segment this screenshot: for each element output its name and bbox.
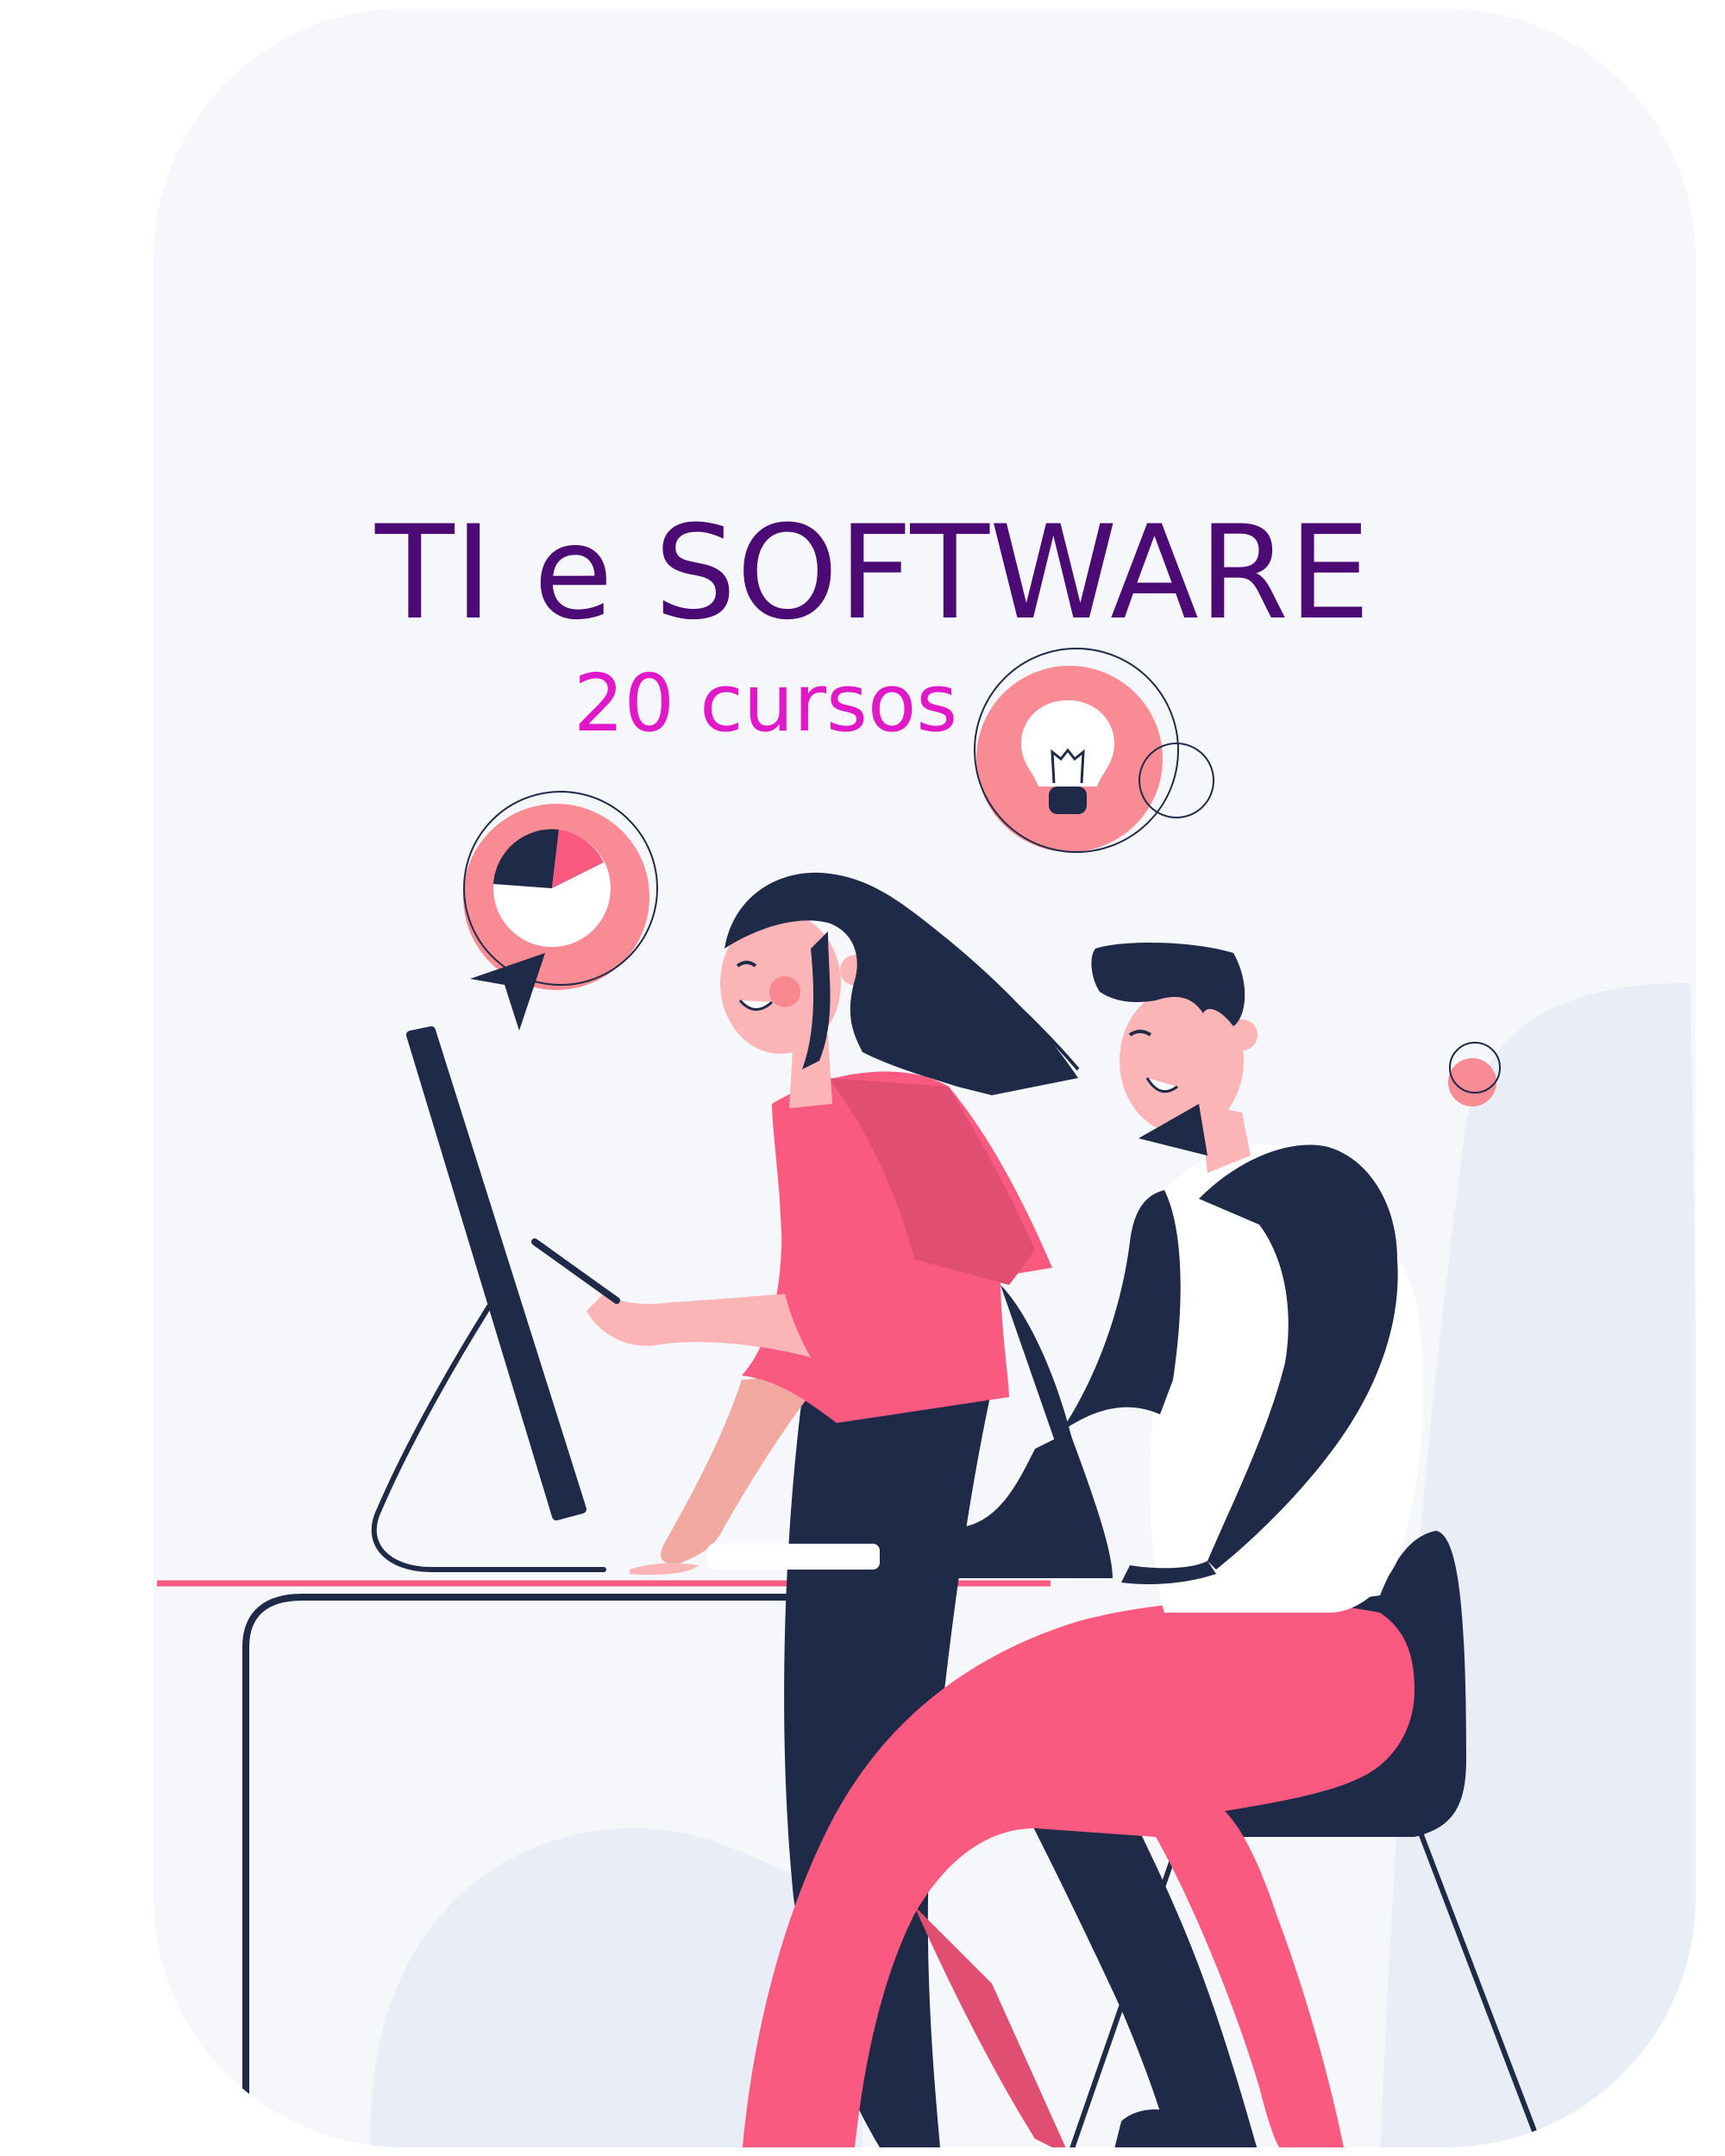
card-title: TI e SOFTWARE	[375, 498, 1371, 649]
course-count: 20 cursos	[574, 657, 958, 749]
pie-chart-icon	[493, 829, 611, 947]
illustration	[154, 9, 1696, 2147]
